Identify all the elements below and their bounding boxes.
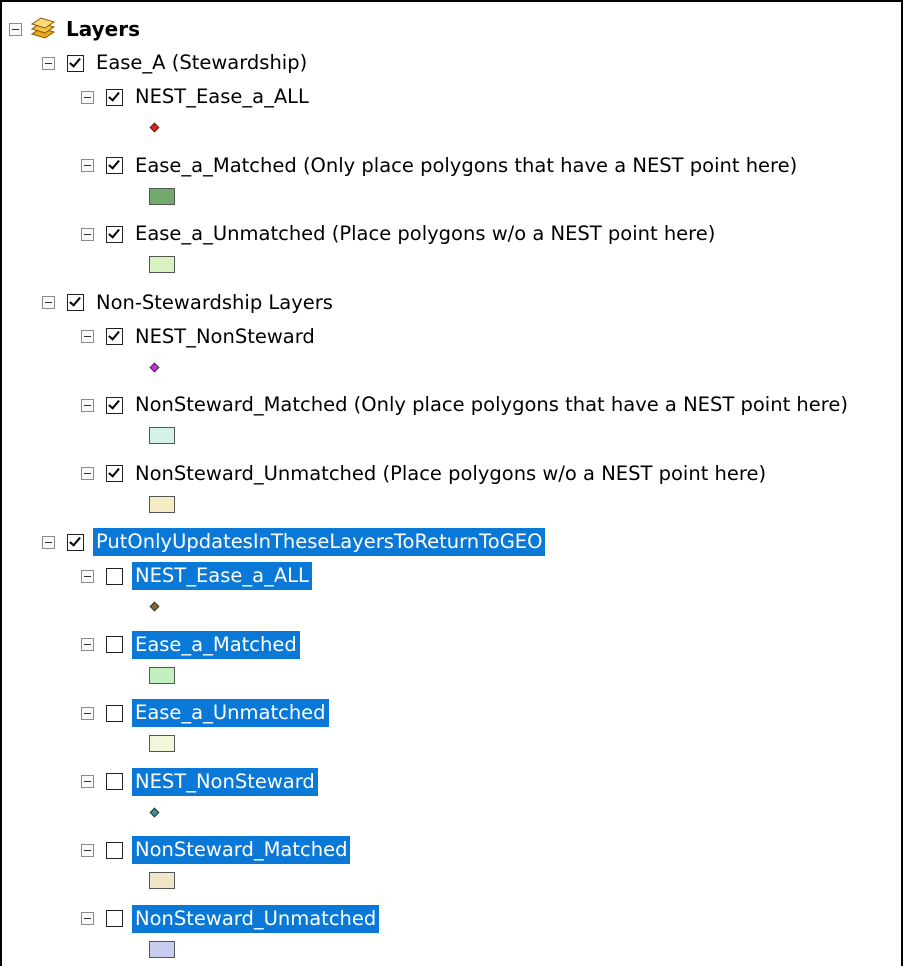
layer-label[interactable]: Ease_a_Unmatched (Place polygons w/o a N… (132, 220, 718, 248)
layer-row[interactable]: NonSteward_Unmatched (Place polygons w/o… (81, 459, 769, 489)
layer-label[interactable]: NEST_NonSteward (132, 767, 318, 796)
layer-row[interactable]: NonSteward_Matched (Only place polygons … (81, 390, 851, 420)
polygon-symbol-swatch (149, 187, 175, 205)
polygon-symbol-swatch (149, 872, 175, 889)
group-visibility-checkbox[interactable] (67, 533, 84, 551)
layer-visibility-checkbox[interactable] (106, 773, 123, 790)
layer-visibility-checkbox[interactable] (106, 88, 123, 106)
polygon-symbol-swatch (149, 666, 175, 684)
layer-label[interactable]: NonSteward_Matched (132, 836, 351, 864)
layer-label[interactable]: Ease_a_Matched (132, 630, 300, 659)
toc-root-row[interactable]: Layers (9, 14, 140, 44)
group-visibility-checkbox[interactable] (67, 294, 84, 311)
collapse-toggle-icon[interactable] (81, 398, 94, 412)
layer-row[interactable]: NEST_NonSteward (81, 322, 318, 352)
point-symbol-icon (149, 601, 160, 612)
polygon-symbol-swatch (149, 427, 175, 444)
layer-row[interactable]: NEST_Ease_a_ALL (81, 82, 312, 112)
layer-row[interactable]: NonSteward_Unmatched (81, 904, 380, 934)
point-symbol-icon (149, 362, 160, 372)
collapse-toggle-icon[interactable] (81, 775, 94, 788)
layer-group-label[interactable]: Ease_A (Stewardship) (93, 49, 310, 77)
collapse-toggle-icon[interactable] (42, 535, 55, 549)
layer-row[interactable]: Ease_a_Unmatched (Place polygons w/o a N… (81, 219, 718, 249)
collapse-toggle-icon[interactable] (81, 638, 94, 651)
layer-row[interactable]: Ease_a_Matched (Only place polygons that… (81, 151, 800, 181)
point-symbol-icon (149, 807, 160, 817)
layer-group-label[interactable]: PutOnlyUpdatesInTheseLayersToReturnToGEO (93, 528, 546, 556)
layer-visibility-checkbox[interactable] (106, 157, 123, 174)
group-visibility-checkbox[interactable] (67, 54, 84, 72)
layer-label[interactable]: NonSteward_Matched (Only place polygons … (132, 391, 851, 419)
layer-label[interactable]: Ease_a_Matched (Only place polygons that… (132, 152, 800, 180)
collapse-toggle-icon[interactable] (9, 22, 22, 36)
layer-visibility-checkbox[interactable] (106, 704, 123, 722)
layer-group-row[interactable]: Ease_A (Stewardship) (42, 48, 310, 78)
layer-row[interactable]: NEST_NonSteward (81, 767, 318, 797)
collapse-toggle-icon[interactable] (81, 706, 94, 720)
layer-row[interactable]: Ease_a_Matched (81, 630, 300, 660)
collapse-toggle-icon[interactable] (42, 56, 55, 70)
layer-visibility-checkbox[interactable] (106, 636, 123, 653)
layer-group-row[interactable]: Non-Stewardship Layers (42, 288, 336, 318)
layer-group-row[interactable]: PutOnlyUpdatesInTheseLayersToReturnToGEO (42, 527, 546, 557)
layer-visibility-checkbox[interactable] (106, 396, 123, 414)
polygon-symbol-swatch (149, 495, 175, 513)
point-symbol-icon (149, 122, 160, 133)
layer-row[interactable]: Ease_a_Unmatched (81, 698, 329, 728)
layer-label[interactable]: NonSteward_Unmatched (132, 904, 380, 933)
table-of-contents-panel: Layers Ease_A (Stewardship) NEST_Ease_a_AL… (0, 0, 903, 966)
layers-stack-icon (30, 17, 56, 41)
layer-visibility-checkbox[interactable] (106, 465, 123, 482)
layer-visibility-checkbox[interactable] (106, 910, 123, 927)
polygon-symbol-swatch (149, 256, 175, 273)
layer-label[interactable]: NonSteward_Unmatched (Place polygons w/o… (132, 460, 769, 488)
layer-label[interactable]: Ease_a_Unmatched (132, 699, 329, 727)
layer-visibility-checkbox[interactable] (106, 841, 123, 859)
collapse-toggle-icon[interactable] (81, 227, 94, 241)
polygon-symbol-swatch (149, 735, 175, 752)
layer-label[interactable]: NEST_Ease_a_ALL (132, 562, 312, 590)
polygon-symbol-swatch (149, 940, 175, 958)
layer-row[interactable]: NonSteward_Matched (81, 835, 351, 865)
collapse-toggle-icon[interactable] (42, 296, 55, 309)
layer-visibility-checkbox[interactable] (106, 567, 123, 585)
collapse-toggle-icon[interactable] (81, 159, 94, 172)
collapse-toggle-icon[interactable] (81, 912, 94, 925)
collapse-toggle-icon[interactable] (81, 843, 94, 857)
collapse-toggle-icon[interactable] (81, 569, 94, 583)
layer-visibility-checkbox[interactable] (106, 225, 123, 243)
layer-group-label[interactable]: Non-Stewardship Layers (93, 289, 336, 317)
layer-label[interactable]: NEST_NonSteward (132, 323, 318, 351)
collapse-toggle-icon[interactable] (81, 467, 94, 480)
collapse-toggle-icon[interactable] (81, 90, 94, 104)
layer-row[interactable]: NEST_Ease_a_ALL (81, 561, 312, 591)
layer-visibility-checkbox[interactable] (106, 328, 123, 345)
collapse-toggle-icon[interactable] (81, 330, 94, 343)
layer-label[interactable]: NEST_Ease_a_ALL (132, 83, 312, 111)
toc-root-label: Layers (66, 17, 140, 41)
